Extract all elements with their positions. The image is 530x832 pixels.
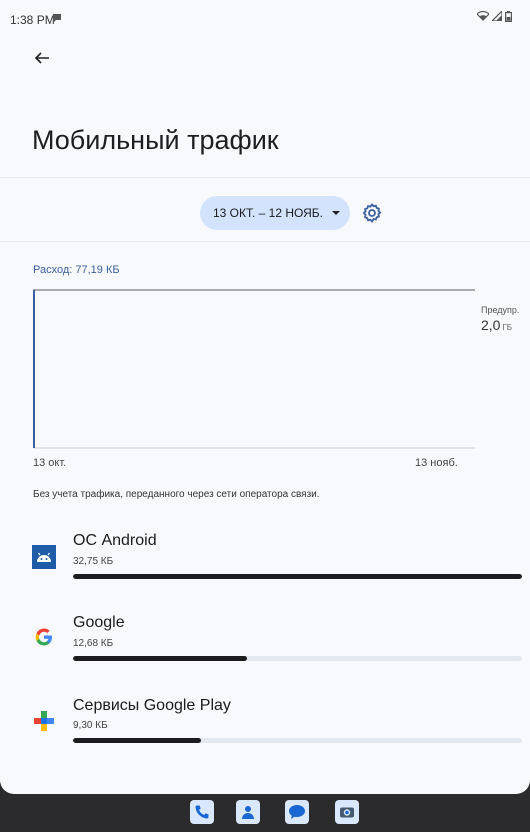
app-row-google[interactable]: Google 12,68 КБ (0, 612, 530, 676)
camera-icon[interactable] (335, 800, 359, 824)
google-icon (32, 625, 56, 649)
app-usage-bar-fill (73, 574, 522, 579)
app-usage-bar (73, 656, 522, 661)
battery-icon (505, 11, 512, 22)
signal-icon (492, 11, 502, 21)
content-card-bottom (0, 772, 530, 794)
billing-cycle-label: 13 ОКТ. – 12 НОЯБ. (213, 206, 323, 220)
phone-icon[interactable] (190, 800, 214, 824)
x-tick-end: 13 нояб. (415, 457, 458, 469)
android-icon (32, 545, 56, 569)
cycle-divider (0, 241, 530, 242)
dropdown-arrow-icon (332, 211, 340, 215)
warning-unit: ГБ (502, 323, 513, 332)
x-tick-start: 13 окт. (33, 457, 67, 469)
app-row-android[interactable]: ОС Android 32,75 КБ (0, 528, 530, 592)
warning-value: 2,0 ГБ (481, 317, 512, 333)
usage-total: Расход: 77,19 КБ (33, 264, 120, 276)
app-usage-bar-fill (73, 656, 247, 661)
billing-cycle-dropdown[interactable]: 13 ОКТ. – 12 НОЯБ. (200, 196, 350, 230)
usage-chart (33, 289, 475, 449)
messages-icon[interactable] (285, 800, 309, 824)
app-name: Google (73, 614, 125, 631)
app-usage: 12,68 КБ (73, 638, 114, 649)
wifi-icon (477, 11, 489, 21)
app-name: ОС Android (73, 532, 157, 549)
status-time: 1:38 PM (10, 13, 55, 27)
app-usage: 32,75 КБ (73, 556, 114, 567)
play-services-icon (32, 709, 56, 733)
app-name: Сервисы Google Play (73, 697, 231, 714)
carrier-note: Без учета трафика, переданного через сет… (33, 489, 320, 500)
contacts-icon[interactable] (236, 800, 260, 824)
warning-label: Предупр. (481, 305, 520, 315)
page-title: Мобильный трафик (32, 125, 279, 155)
gear-icon (362, 203, 382, 223)
app-usage: 9,30 КБ (73, 720, 108, 731)
cycle-settings-button[interactable] (360, 201, 384, 225)
status-icons (477, 11, 512, 22)
app-usage-bar (73, 574, 522, 579)
app-usage-bar-fill (73, 738, 201, 743)
back-button[interactable] (26, 42, 58, 74)
status-bar: 1:38 PM (0, 0, 530, 36)
header-divider (0, 177, 530, 178)
arrow-back-icon (34, 52, 49, 64)
warning-amount: 2,0 (481, 317, 501, 333)
app-row-play-services[interactable]: Сервисы Google Play 9,30 КБ (0, 695, 530, 759)
message-notification-icon (52, 12, 62, 26)
app-usage-bar (73, 738, 522, 743)
